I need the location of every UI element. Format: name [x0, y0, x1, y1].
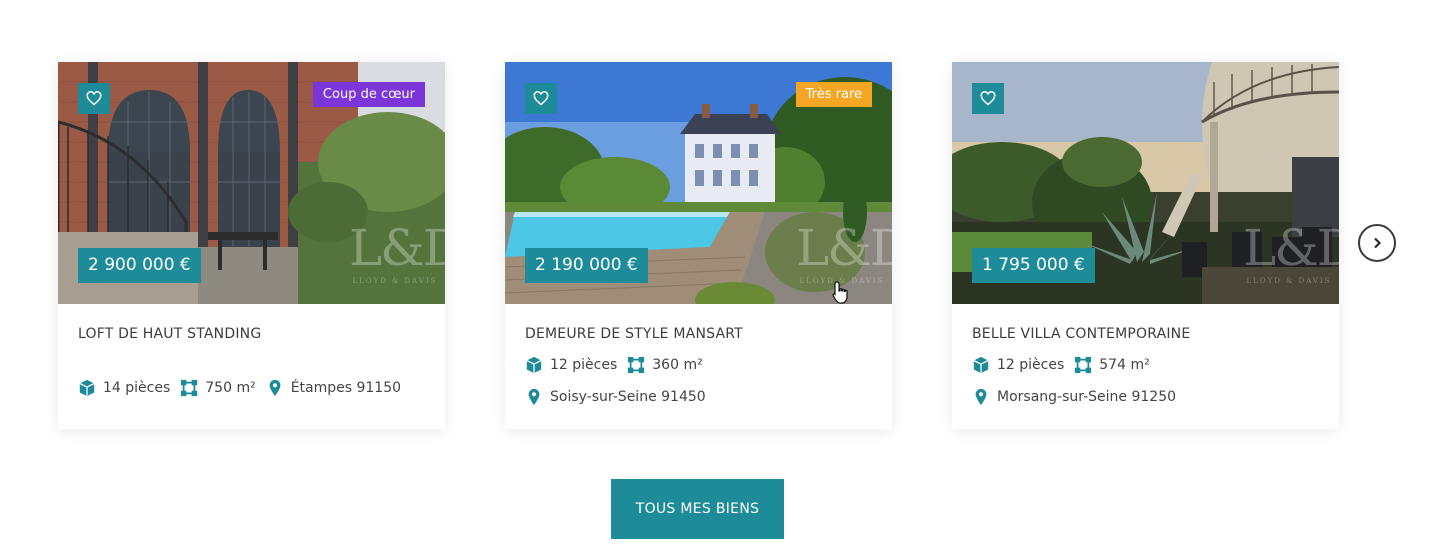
- listing-photo[interactable]: Coup de cœur L&D LLOYD & DAVIS 2 900 000…: [58, 62, 445, 304]
- price-tag: 2 900 000 €: [78, 248, 201, 283]
- heart-icon: [980, 91, 996, 106]
- location: Morsang-sur-Seine 91250: [997, 389, 1177, 405]
- price-tag: 1 795 000 €: [972, 248, 1095, 283]
- pointer-cursor-icon: [832, 281, 848, 304]
- location: Soisy-sur-Seine 91450: [550, 389, 706, 405]
- status-badge: Très rare: [795, 82, 872, 107]
- listing-card[interactable]: Coup de cœur L&D LLOYD & DAVIS 2 900 000…: [58, 62, 445, 429]
- favorite-button[interactable]: [525, 83, 557, 114]
- favorite-button[interactable]: [78, 83, 110, 114]
- area-size: 574 m²: [1099, 357, 1150, 373]
- favorite-button[interactable]: [972, 83, 1004, 114]
- area-size: 750 m²: [205, 380, 256, 396]
- listing-card[interactable]: Très rare L&D LLOYD & DAVIS 2 190 000 € …: [505, 62, 892, 429]
- watermark-logo: L&D LLOYD & DAVIS: [1243, 219, 1339, 285]
- heart-icon: [533, 91, 549, 106]
- area-icon: [627, 356, 645, 374]
- listing-photo[interactable]: Très rare L&D LLOYD & DAVIS 2 190 000 €: [505, 62, 892, 304]
- listing-details: 14 pièces 750 m² Étampes 91150: [78, 379, 411, 397]
- area-icon: [1074, 356, 1092, 374]
- price-tag: 2 190 000 €: [525, 248, 648, 283]
- cube-icon: [525, 356, 543, 374]
- listing-title[interactable]: BELLE VILLA CONTEMPORAINE: [972, 326, 1190, 342]
- listing-photo[interactable]: L&D LLOYD & DAVIS 1 795 000 €: [952, 62, 1339, 304]
- cube-icon: [78, 379, 96, 397]
- listing-details: 12 pièces 360 m²: [525, 356, 713, 374]
- area-size: 360 m²: [652, 357, 703, 373]
- cube-icon: [972, 356, 990, 374]
- status-badge: Coup de cœur: [312, 82, 425, 107]
- listing-location-row: Morsang-sur-Seine 91250: [972, 388, 1186, 406]
- map-pin-icon: [525, 388, 543, 406]
- map-pin-icon: [266, 379, 284, 397]
- area-icon: [180, 379, 198, 397]
- rooms-count: 12 pièces: [997, 357, 1065, 373]
- rooms-count: 12 pièces: [550, 357, 618, 373]
- listing-title[interactable]: DEMEURE DE STYLE MANSART: [525, 326, 743, 342]
- listing-details: 12 pièces 574 m²: [972, 356, 1160, 374]
- chevron-right-icon: [1374, 237, 1382, 249]
- location: Étampes 91150: [290, 380, 402, 396]
- rooms-count: 14 pièces: [103, 380, 171, 396]
- map-pin-icon: [972, 388, 990, 406]
- watermark-logo: L&D LLOYD & DAVIS: [349, 219, 445, 285]
- heart-icon: [86, 91, 102, 106]
- carousel-next-button[interactable]: [1358, 224, 1396, 262]
- all-listings-button[interactable]: TOUS MES BIENS: [611, 479, 784, 539]
- listing-location-row: Soisy-sur-Seine 91450: [525, 388, 716, 406]
- listing-title[interactable]: LOFT DE HAUT STANDING: [78, 326, 261, 342]
- listing-card[interactable]: L&D LLOYD & DAVIS 1 795 000 € BELLE VILL…: [952, 62, 1339, 429]
